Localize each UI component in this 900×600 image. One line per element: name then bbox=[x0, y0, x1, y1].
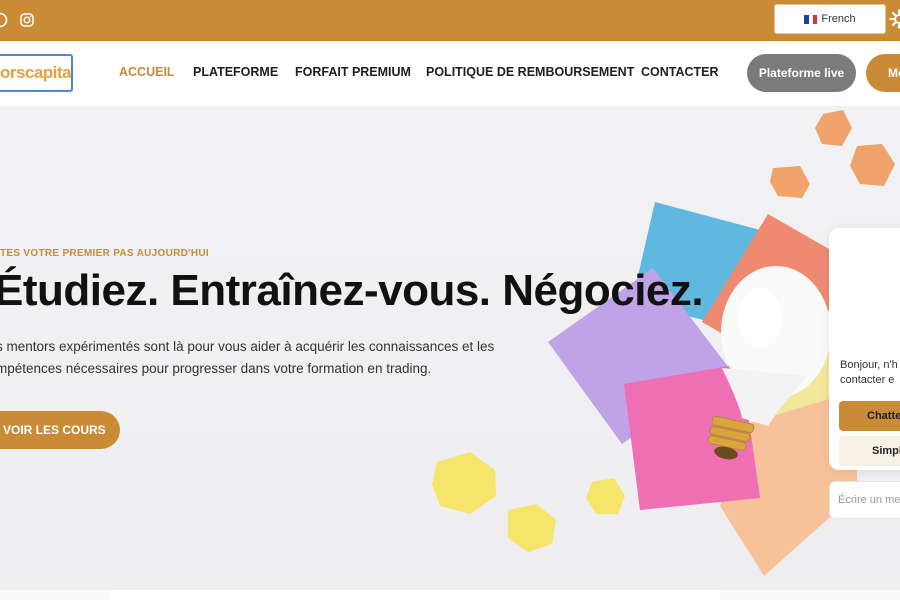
member-button[interactable]: Me bbox=[866, 54, 900, 92]
nav-item-plateforme[interactable]: PLATEFORME bbox=[193, 65, 278, 79]
nav-item-forfait-premium[interactable]: FORFAIT PREMIUM bbox=[295, 65, 411, 79]
facebook-icon[interactable] bbox=[0, 11, 9, 29]
chat-message-line-1: Bonjour, n'h bbox=[840, 359, 898, 371]
hero-eyebrow: TES VOTRE PREMIER PAS AUJOURD'HUI bbox=[0, 248, 209, 259]
chat-primary-button[interactable]: Chatte bbox=[839, 401, 900, 431]
hero-section: TES VOTRE PREMIER PAS AUJOURD'HUI Étudie… bbox=[0, 106, 900, 590]
view-courses-button[interactable]: VOIR LES COURS bbox=[0, 411, 120, 449]
logo-text: orscapital bbox=[0, 63, 73, 82]
hero-subtitle: s mentors expérimentés sont là pour vous… bbox=[0, 336, 496, 380]
top-bar: French bbox=[0, 0, 900, 41]
hero-subtitle-line-2: mpétences nécessaires pour progresser da… bbox=[0, 361, 432, 376]
nav-item-accueil[interactable]: ACCUEIL bbox=[119, 65, 175, 79]
hero-subtitle-line-1: s mentors expérimentés sont là pour vous… bbox=[0, 339, 495, 354]
instagram-icon[interactable] bbox=[18, 11, 36, 29]
hero-headline: Étudiez. Entraînez-vous. Négociez. bbox=[0, 266, 704, 315]
chat-message-line-2: contacter e bbox=[840, 374, 895, 386]
nav-item-politique-remboursement[interactable]: POLITIQUE DE REMBOURSEMENT bbox=[426, 65, 634, 79]
chat-widget: Bonjour, n'h contacter e Chatte Simpl bbox=[829, 228, 900, 470]
chat-message: Bonjour, n'h contacter e bbox=[840, 358, 900, 388]
gear-icon[interactable] bbox=[889, 9, 900, 29]
fr-flag-icon bbox=[804, 14, 818, 24]
bottom-strip bbox=[0, 590, 900, 600]
site-logo[interactable]: orscapital bbox=[0, 54, 73, 92]
live-platform-button[interactable]: Plateforme live bbox=[747, 54, 856, 92]
language-label: French bbox=[821, 13, 856, 25]
chat-secondary-button[interactable]: Simpl bbox=[839, 436, 900, 466]
bottom-bar bbox=[110, 590, 720, 600]
nav-item-contacter[interactable]: CONTACTER bbox=[641, 65, 719, 79]
language-select[interactable]: French bbox=[774, 4, 886, 34]
main-navbar: orscapital ACCUEIL PLATEFORME FORFAIT PR… bbox=[0, 41, 900, 106]
chat-message-input[interactable]: Écrire un me bbox=[829, 481, 900, 519]
